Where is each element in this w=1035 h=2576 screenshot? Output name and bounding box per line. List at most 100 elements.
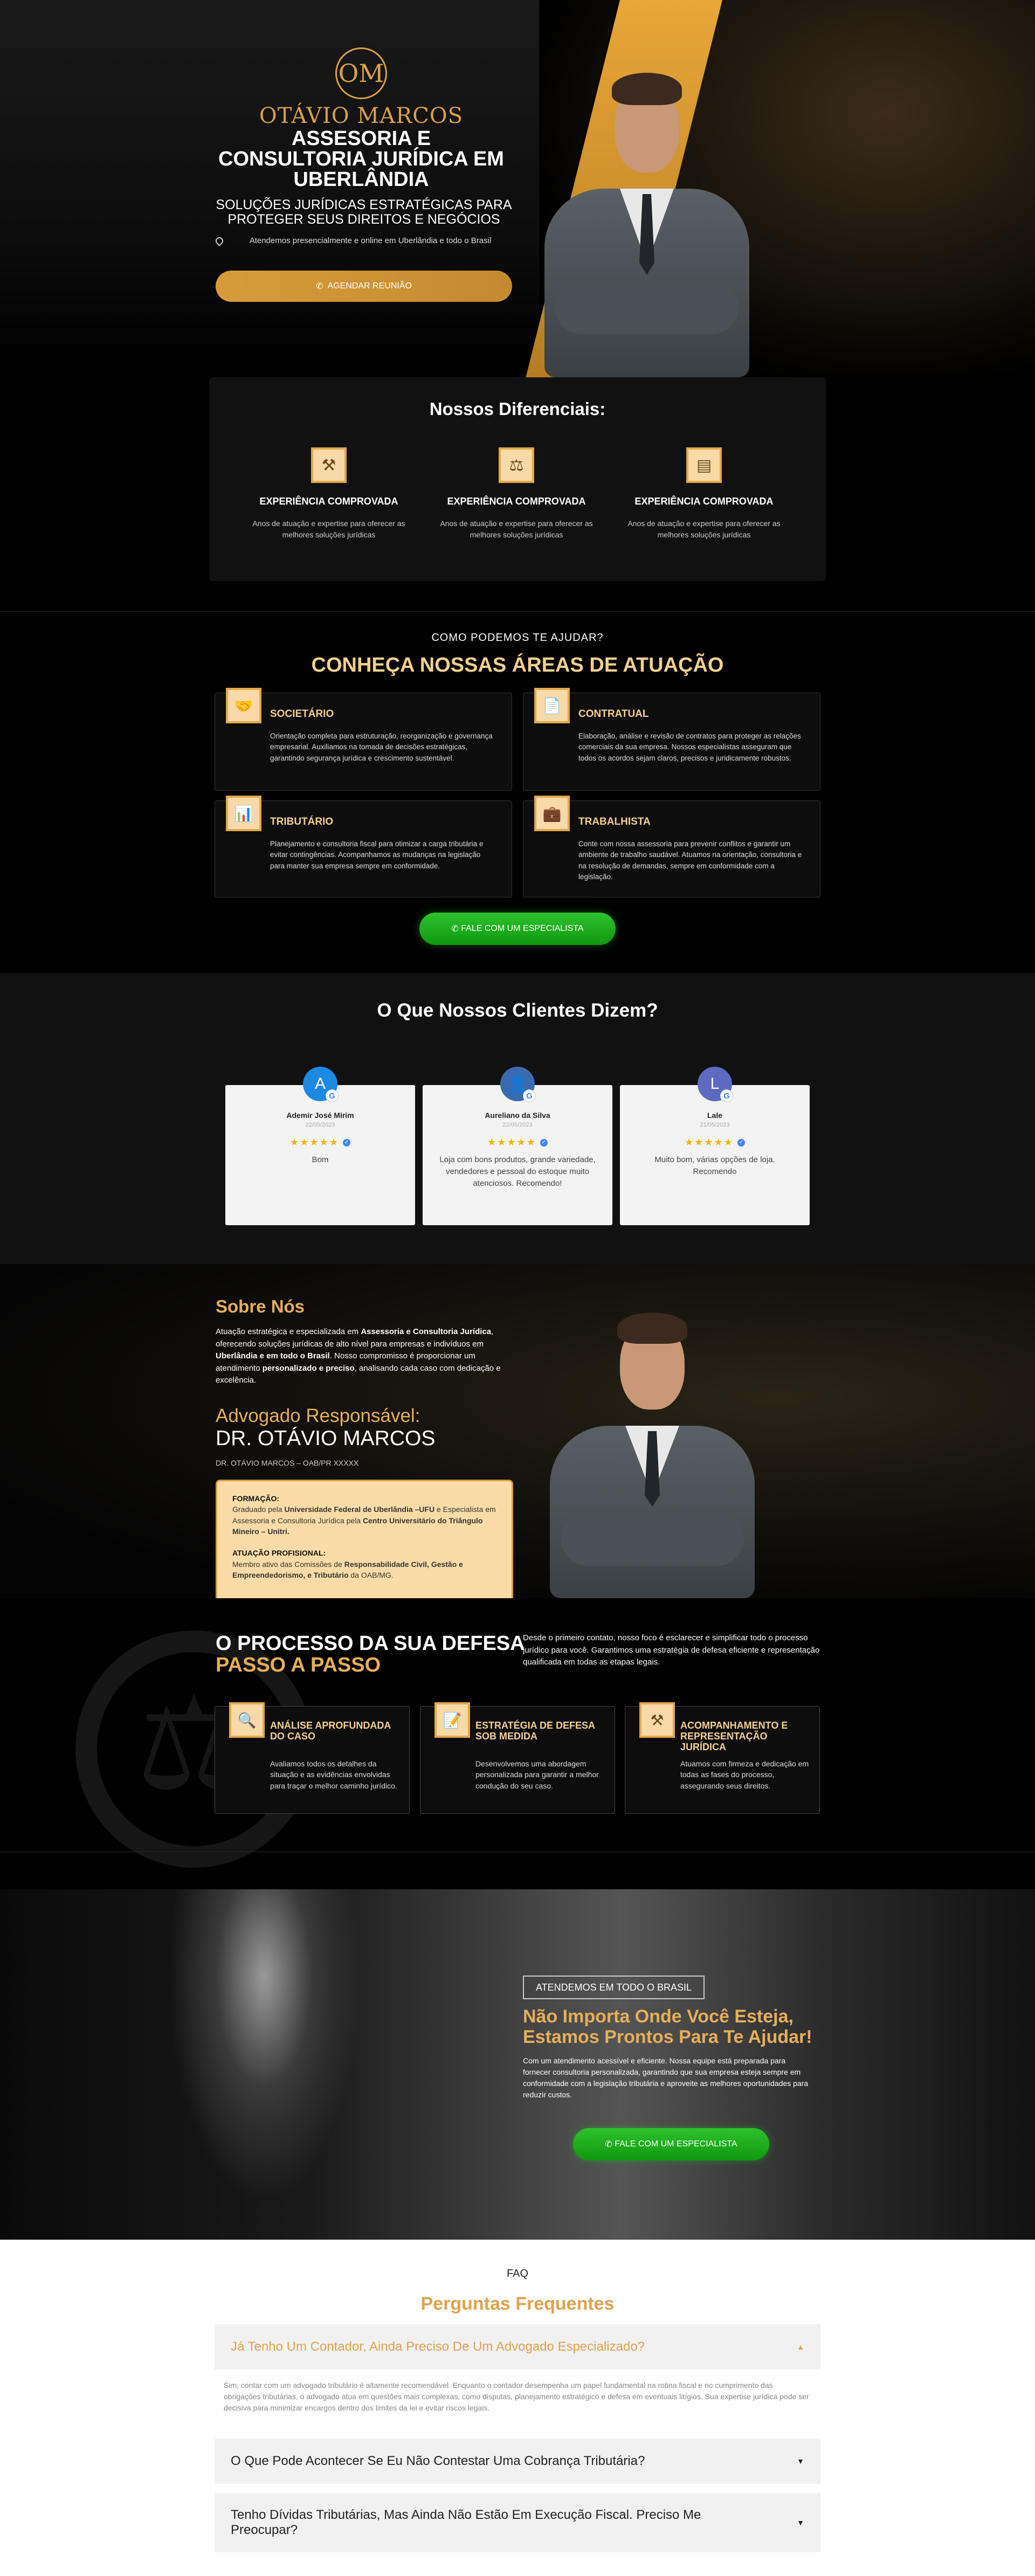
chevron-down-icon: ▼ xyxy=(797,2457,804,2465)
process-title-1: O PROCESSO DA SUA DEFESA xyxy=(216,1632,525,1655)
brand-logo[interactable]: OM OTÁVIO MARCOS xyxy=(216,47,507,128)
review-date: 22/05/2023 xyxy=(305,1122,335,1128)
stars: ★★★★★ xyxy=(685,1137,734,1148)
hero-location-text: Atendemos presencialmente e online em Ub… xyxy=(249,236,492,245)
lawyer-label: Advogado Responsável: xyxy=(216,1405,420,1426)
review-date: 22/05/2023 xyxy=(502,1122,533,1128)
about-text: Atuação estratégica e especializada em A… xyxy=(216,1327,501,1385)
hero-section: OM OTÁVIO MARCOS ASSESORIA E CONSULTORIA… xyxy=(0,0,1035,377)
reviewer-name: Aureliano da Silva xyxy=(485,1111,550,1120)
differential-title: EXPERIÊNCIA COMPROVADA xyxy=(447,496,586,507)
review-card: AG Ademir José Mirim 22/05/2023 ★★★★★ ✓ … xyxy=(225,1067,415,1225)
lawyer-oab: DR. OTÁVIO MARCOS – OAB/PR XXXXX xyxy=(216,1459,359,1467)
process-intro: Desde o primeiro contato, nosso foco é e… xyxy=(523,1633,820,1667)
stars: ★★★★★ xyxy=(290,1137,339,1148)
star-rating: ★★★★★ ✓ xyxy=(620,1137,810,1148)
whatsapp-icon: ✆ xyxy=(605,2140,615,2149)
faq-question-text: Já Tenho Um Contador, Ainda Preciso De U… xyxy=(231,2339,645,2354)
acting-label: ATUAÇÃO PROFISIONAL: xyxy=(232,1549,326,1558)
faq-question-text: Tenho Dívidas Tributárias, Mas Ainda Não… xyxy=(231,2508,701,2537)
area-card-title: CONTRATUAL xyxy=(578,708,649,720)
review-text: Loja com bons produtos, grande variedade… xyxy=(439,1155,596,1188)
faq-answer-1: Sim, contar com um advogado tributário é… xyxy=(224,2381,809,2412)
differentials-box: Nossos Diferenciais: ⚒ EXPERIÊNCIA COMPR… xyxy=(209,377,826,581)
avatar: AG xyxy=(303,1067,339,1102)
faq-question-3[interactable]: Tenho Dívidas Tributárias, Mas Ainda Não… xyxy=(215,2493,820,2552)
faq-question-text: O Que Pode Acontecer Se Eu Não Contestar… xyxy=(231,2454,645,2468)
faq-pretitle: FAQ xyxy=(506,2268,528,2280)
faq-question-1[interactable]: Já Tenho Um Contador, Ainda Preciso De U… xyxy=(215,2324,820,2370)
reviews-title: O Que Nossos Clientes Dizem? xyxy=(377,1000,658,1021)
area-card-text: Orientação completa para estruturação, r… xyxy=(270,732,493,762)
process-section: ⚖ O PROCESSO DA SUA DEFESA PASSO A PASSO… xyxy=(0,1598,1035,1889)
reviewer-name: Ademir José Mirim xyxy=(286,1111,354,1120)
lawyer-photo xyxy=(534,65,760,377)
area-card-title: SOCIETÁRIO xyxy=(270,708,334,720)
nationwide-section: ATENDEMOS EM TODO O BRASIL Não Importa O… xyxy=(0,1889,1035,2240)
whatsapp-icon: ✆ xyxy=(316,282,323,291)
differential-title: EXPERIÊNCIA COMPROVADA xyxy=(259,496,398,507)
star-rating: ★★★★★ ✓ xyxy=(225,1137,415,1148)
review-card: 👤 G Aureliano da Silva 22/05/2023 ★★★★★ ✓… xyxy=(423,1067,612,1225)
hero-location: Atendemos presencialmente e online em Ub… xyxy=(214,235,512,247)
certificate-icon: ▤ xyxy=(686,447,722,483)
process-card-text: Atuamos com firmeza e dedicação em todas… xyxy=(680,1759,809,1790)
lawyer-credentials-box: FORMAÇÃO: Graduado pela Universidade Fed… xyxy=(216,1480,513,1598)
whatsapp-icon: ✆ xyxy=(451,924,461,934)
process-card-text: Desenvolvemos uma abordagem personalizad… xyxy=(475,1759,599,1790)
differential-item: ▤ EXPERIÊNCIA COMPROVADA Anos de atuação… xyxy=(623,447,785,541)
area-card-title: TRIBUTÁRIO xyxy=(270,816,334,827)
location-pin-icon xyxy=(214,236,225,246)
area-card-societario: 🤝 SOCIETÁRIO Orientação completa para es… xyxy=(215,688,512,791)
handshake-icon: 🤝 xyxy=(226,688,261,723)
area-card-tributario: 📊 TRIBUTÁRIO Planejamento e consultoria … xyxy=(215,796,512,897)
differential-text: Anos de atuação e expertise para oferece… xyxy=(252,519,405,539)
area-card-text: Conte com nossa assessoria para prevenir… xyxy=(578,840,802,881)
google-icon: G xyxy=(523,1089,536,1102)
stars: ★★★★★ xyxy=(487,1137,536,1148)
verified-icon: ✓ xyxy=(342,1139,350,1147)
avatar: LG xyxy=(698,1067,733,1102)
talk-to-specialist-button[interactable]: ✆ FALE COM UM ESPECIALISTA xyxy=(573,2128,769,2160)
nationwide-text: Com um atendimento acessível e eficiente… xyxy=(523,2056,809,2099)
logo-emblem-icon: OM xyxy=(335,47,387,99)
about-heading: Sobre Nós xyxy=(216,1296,305,1316)
area-card-trabalhista: 💼 TRABALHISTA Conte com nossa assessoria… xyxy=(523,796,820,897)
differentials-title: Nossos Diferenciais: xyxy=(429,399,606,419)
review-date: 21/05/2023 xyxy=(700,1122,730,1128)
lawyer-name: DR. OTÁVIO MARCOS xyxy=(216,1427,436,1450)
faq-title: Perguntas Frequentes xyxy=(420,2294,615,2314)
acting-text: Membro ativo das Comissões de Responsabi… xyxy=(232,1559,463,1580)
chevron-down-icon: ▼ xyxy=(797,2518,804,2527)
area-card-contratual: 📄 CONTRATUAL Elaboração, análise e revis… xyxy=(523,688,820,791)
process-title-2: PASSO A PASSO xyxy=(216,1654,381,1676)
avatar-initial: A xyxy=(314,1075,326,1093)
process-card-title: ANÁLISE APROFUNDADA DO CASO xyxy=(270,1720,391,1742)
tax-chart-icon: 📊 xyxy=(226,796,261,831)
differential-item: ⚒ EXPERIÊNCIA COMPROVADA Anos de atuação… xyxy=(248,447,410,541)
faq-section: FAQ Perguntas Frequentes Já Tenho Um Con… xyxy=(0,2240,1035,2576)
area-card-text: Planejamento e consultoria fiscal para o… xyxy=(270,840,484,870)
differentials-section: Nossos Diferenciais: ⚒ EXPERIÊNCIA COMPR… xyxy=(0,377,1035,612)
contract-icon: 📄 xyxy=(534,688,570,723)
avatar-initial: L xyxy=(710,1075,720,1093)
office-lamp-image xyxy=(151,1889,377,2240)
faq-question-2[interactable]: O Que Pode Acontecer Se Eu Não Contestar… xyxy=(215,2439,820,2484)
talk-to-specialist-button[interactable]: ✆ FALE COM UM ESPECIALISTA xyxy=(419,913,616,945)
about-section: Sobre Nós Atuação estratégica e especial… xyxy=(0,1264,1035,1598)
star-rating: ★★★★★ ✓ xyxy=(423,1137,612,1148)
process-card: 🔍 ANÁLISE APROFUNDADA DO CASO Avaliamos … xyxy=(215,1702,410,1814)
briefcase-icon: 💼 xyxy=(534,796,570,831)
reviewer-name: Lale xyxy=(707,1111,722,1120)
differential-text: Anos de atuação e expertise para oferece… xyxy=(627,519,781,539)
review-text: Muito bom, várias opções de loja. Recome… xyxy=(654,1155,775,1176)
hero-subtitle: SOLUÇÕES JURÍDICAS ESTRATÉGICAS PARA PRO… xyxy=(216,197,512,227)
differential-title: EXPERIÊNCIA COMPROVADA xyxy=(634,496,774,507)
review-text: Bom xyxy=(312,1155,329,1164)
avatar: 👤 G xyxy=(500,1067,536,1102)
hero-title: ASSESORIA E CONSULTORIA JURÍDICA EM UBER… xyxy=(218,127,504,191)
schedule-meeting-button[interactable]: ✆ AGENDAR REUNIÃO xyxy=(216,271,512,302)
logo-name: OTÁVIO MARCOS xyxy=(259,103,464,128)
differential-item: ⚖ EXPERIÊNCIA COMPROVADA Anos de atuação… xyxy=(436,447,597,541)
google-icon: G xyxy=(720,1089,733,1102)
